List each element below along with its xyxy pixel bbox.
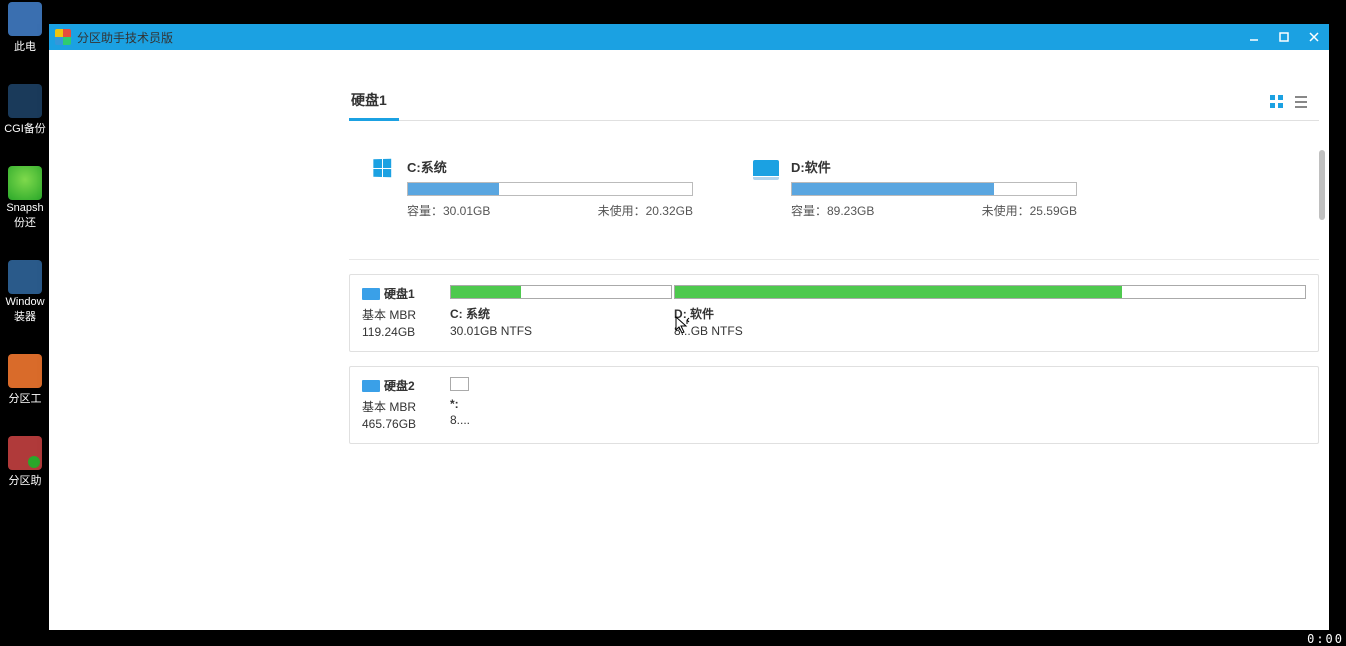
disk-type: 基本 MBR: [362, 306, 436, 323]
windows-icon: [369, 157, 395, 179]
section-header: 硬盘1: [349, 90, 1319, 121]
segment-label: C: 系统 30.01GB NTFS: [450, 305, 672, 338]
desktop-label: 分区工: [9, 390, 42, 406]
unused-label: 未使用：20.32GB: [598, 202, 693, 219]
disk-tool-icon: [8, 354, 42, 388]
view-list-icon[interactable]: [1293, 94, 1309, 110]
desktop-label: Window 装器: [5, 296, 44, 324]
drive-icon: [362, 380, 380, 392]
unused-label: 未使用：25.59GB: [982, 202, 1077, 219]
partition-card-c[interactable]: C:系统 容量：30.01GB 未使用：20.32GB: [369, 157, 693, 219]
disk-row-2[interactable]: 硬盘2 基本 MBR 465.76GB *: 8....: [349, 366, 1319, 444]
capacity-label: 容量：89.23GB: [791, 202, 874, 219]
desktop-icon-partition-tool[interactable]: 分区工: [0, 354, 50, 406]
disk-segments: C: 系统 30.01GB NTFS D: 软件 8...GB NTFS: [450, 285, 1306, 338]
usage-bar: [407, 182, 693, 196]
content-area: 硬盘1 C:系统 容量：30.01GB 未使用：20.32G: [49, 50, 1329, 630]
maximize-button[interactable]: [1269, 24, 1299, 50]
capacity-label: 容量：30.01GB: [407, 202, 490, 219]
segment-d[interactable]: [674, 285, 1306, 299]
section-title: 硬盘1: [349, 90, 399, 121]
partition-assistant-icon: [8, 436, 42, 470]
segment-label: D: 软件 8...GB NTFS: [674, 305, 1306, 338]
disk-name: 硬盘2: [384, 377, 415, 394]
windows-installer-icon: [8, 260, 42, 294]
app-window: 分区助手技术员版 硬盘1 C:系统: [49, 24, 1329, 630]
snapshot-icon: [8, 166, 42, 200]
disk-segments: *: 8....: [450, 377, 1306, 427]
segment-c[interactable]: [450, 285, 672, 299]
disk-info: 硬盘1 基本 MBR 119.24GB: [362, 285, 436, 341]
partition-card-d[interactable]: D:软件 容量：89.23GB 未使用：25.59GB: [753, 157, 1077, 219]
segment-label: *: 8....: [450, 397, 470, 427]
partition-cards: C:系统 容量：30.01GB 未使用：20.32GB D:软件 容量：89.2…: [349, 157, 1319, 219]
desktop-icon-windows-installer[interactable]: Window 装器: [0, 260, 50, 324]
desktop-label: 此电: [14, 38, 36, 54]
backup-icon: [8, 84, 42, 118]
disk-row-1[interactable]: 硬盘1 基本 MBR 119.24GB C: 系统 30.01GB NTFS D…: [349, 274, 1319, 352]
minimize-button[interactable]: [1239, 24, 1269, 50]
titlebar[interactable]: 分区助手技术员版: [49, 24, 1329, 50]
drive-icon: [753, 157, 779, 179]
usage-bar: [791, 182, 1077, 196]
partition-name: C:系统: [407, 157, 693, 176]
desktop: 此电 CGI备份 Snapsh 份还 Window 装器 分区工 分区助: [0, 0, 50, 646]
usage-fill: [792, 183, 994, 195]
disk-size: 465.76GB: [362, 417, 436, 431]
pc-icon: [8, 2, 42, 36]
app-logo-icon: [55, 29, 71, 45]
disk-size: 119.24GB: [362, 325, 436, 339]
desktop-icon-snapshot[interactable]: Snapsh 份还: [0, 166, 50, 230]
separator: [349, 259, 1319, 260]
view-grid-icon[interactable]: [1269, 94, 1285, 110]
disk-name: 硬盘1: [384, 285, 415, 302]
desktop-label: CGI备份: [4, 120, 46, 136]
disk-type: 基本 MBR: [362, 398, 436, 415]
drive-icon: [362, 288, 380, 300]
scrollbar[interactable]: [1319, 150, 1325, 220]
usage-fill: [408, 183, 499, 195]
desktop-label: 分区助: [9, 472, 42, 488]
window-title: 分区助手技术员版: [77, 29, 173, 46]
taskbar-clock: 0:00: [1307, 632, 1344, 646]
close-button[interactable]: [1299, 24, 1329, 50]
partition-name: D:软件: [791, 157, 1077, 176]
desktop-icon-this-pc[interactable]: 此电: [0, 2, 50, 54]
desktop-icon-partition-assistant[interactable]: 分区助: [0, 436, 50, 488]
disk-info: 硬盘2 基本 MBR 465.76GB: [362, 377, 436, 433]
segment-unknown[interactable]: [450, 377, 469, 391]
desktop-label: Snapsh 份还: [6, 202, 43, 230]
desktop-icon-cgi-backup[interactable]: CGI备份: [0, 84, 50, 136]
